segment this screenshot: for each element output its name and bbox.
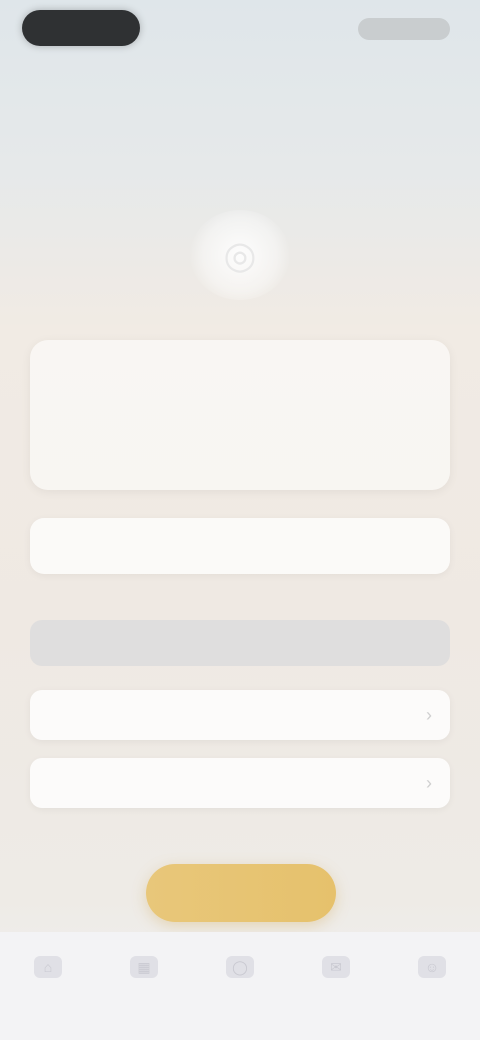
status-time-pill xyxy=(22,10,140,46)
input-field[interactable] xyxy=(30,518,450,574)
tab-center[interactable]: ◯ xyxy=(210,956,270,984)
summary-row xyxy=(30,415,450,490)
tab-chat[interactable]: ✉ xyxy=(306,956,366,984)
image-icon: ◎ xyxy=(190,210,290,300)
bottom-tab-bar: ⌂ ▦ ◯ ✉ ☺ xyxy=(0,932,480,1040)
profile-icon: ☺ xyxy=(418,956,446,978)
tab-home[interactable]: ⌂ xyxy=(18,956,78,984)
summary-card xyxy=(30,340,450,490)
primary-action-button[interactable] xyxy=(146,864,336,922)
summary-row xyxy=(30,340,450,415)
center-icon: ◯ xyxy=(226,956,254,978)
chat-icon: ✉ xyxy=(322,956,350,978)
status-indicators xyxy=(358,18,450,40)
chevron-right-icon: › xyxy=(426,704,432,725)
grid-icon: ▦ xyxy=(130,956,158,978)
chevron-right-icon: › xyxy=(426,772,432,793)
section-label xyxy=(30,620,450,666)
select-field-1[interactable]: › xyxy=(30,690,450,740)
tab-profile[interactable]: ☺ xyxy=(402,956,462,984)
home-icon: ⌂ xyxy=(34,956,62,978)
tab-grid[interactable]: ▦ xyxy=(114,956,174,984)
select-field-2[interactable]: › xyxy=(30,758,450,808)
